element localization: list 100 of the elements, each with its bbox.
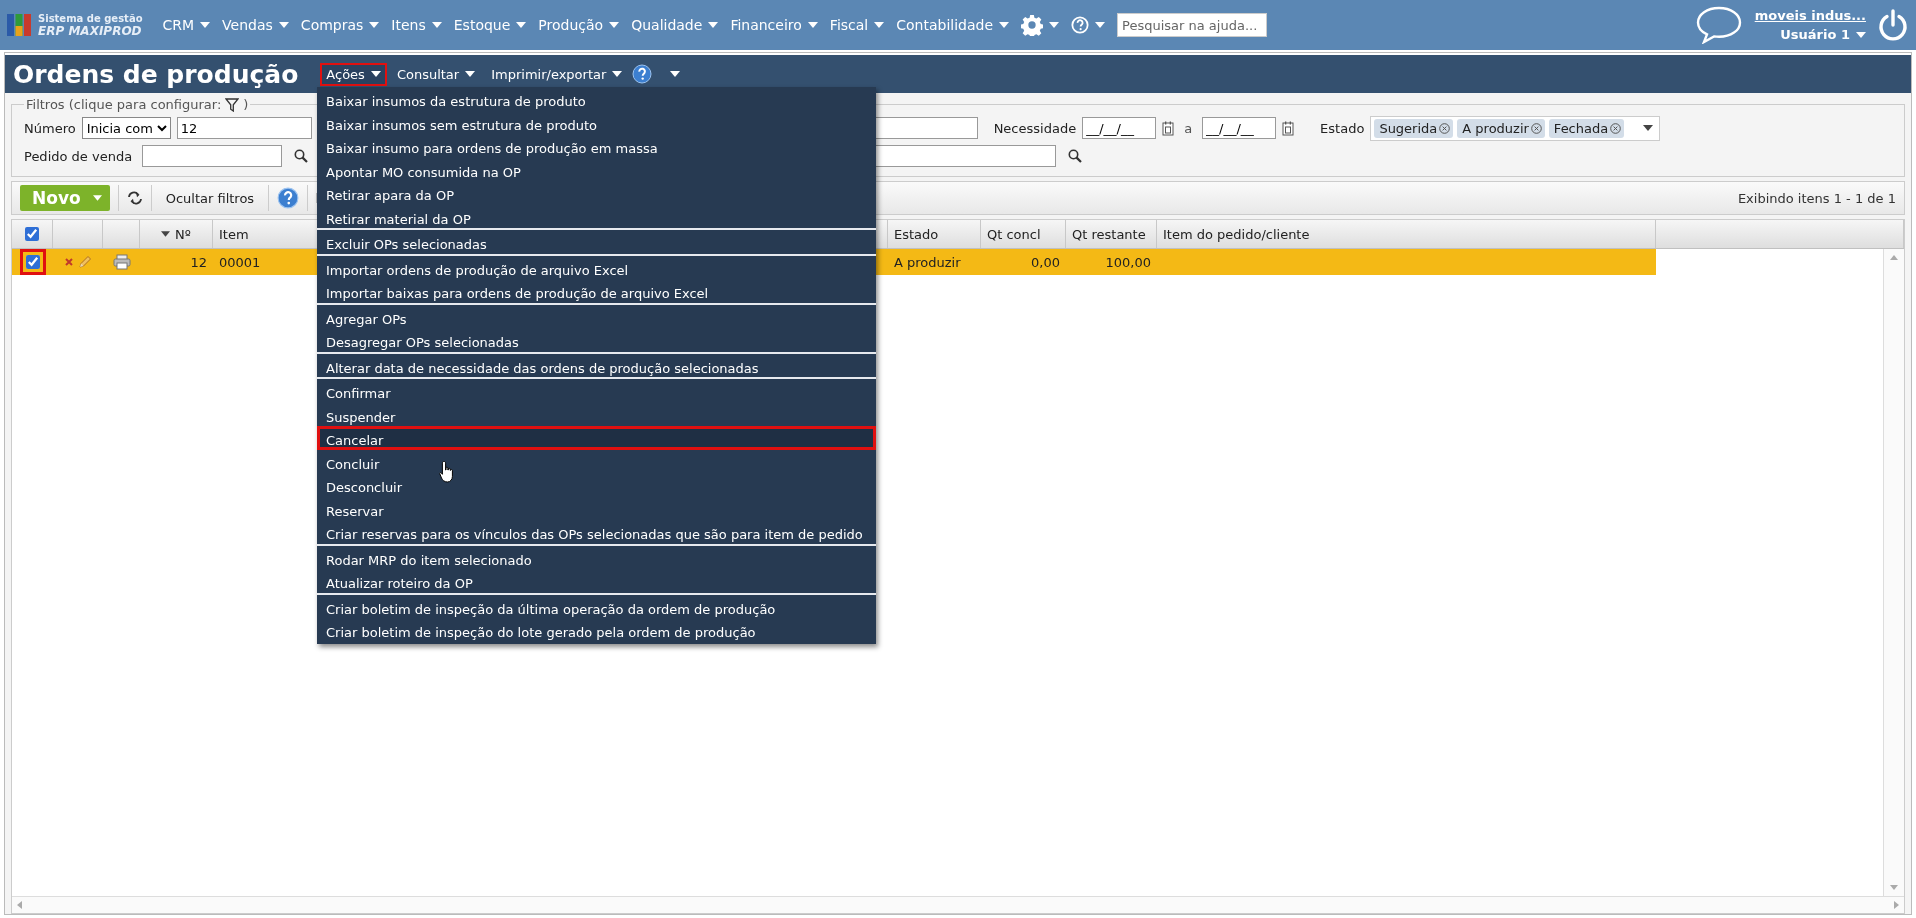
column-header[interactable]: Nº (161, 226, 191, 242)
caret-icon[interactable] (670, 71, 681, 77)
help-icon[interactable] (632, 64, 653, 84)
menu-item[interactable]: Importar ordens de produção de arquivo Excel (317, 255, 876, 279)
caret-icon (1049, 22, 1060, 28)
nav-menu-item[interactable]: Qualidade (629, 17, 721, 33)
caret-icon (807, 22, 818, 28)
filter-label: Número (24, 120, 76, 136)
paging-info: Exibindo itens 1 - 1 de 1 (1737, 190, 1896, 206)
table-cell-text: 0,00 (1030, 253, 1061, 272)
menu-item[interactable]: Excluir OPs selecionadas (317, 230, 876, 254)
calendar-icon[interactable] (1162, 120, 1175, 136)
nav-menu-item[interactable]: Itens (389, 17, 444, 33)
logo-title: ERP MAXIPROD (38, 25, 143, 38)
menu-item[interactable]: Importar baixas para ordens de produção de arquivo Excel (317, 279, 876, 303)
nav-menu-item[interactable]: CRM (160, 17, 213, 33)
menu-item[interactable]: Desagregar OPs selecionadas (317, 328, 876, 352)
menu-item[interactable]: Rodar MRP do item selecionado (317, 545, 876, 569)
filter-label: Necessidade (993, 120, 1077, 136)
search-icon[interactable] (294, 149, 309, 163)
page-menu-tab[interactable]: Consultar (390, 62, 482, 86)
power-icon[interactable] (1878, 9, 1908, 41)
caret-icon (1095, 22, 1106, 28)
page-menu-tab[interactable]: Imprimir/exportar (485, 62, 629, 86)
date-field[interactable]: __/__/__ (1202, 117, 1277, 139)
nav-menu-item[interactable]: Produção (536, 17, 622, 33)
status-tag[interactable]: Sugerida (1374, 118, 1454, 138)
search-icon[interactable] (1068, 149, 1083, 163)
delete-icon[interactable] (64, 258, 73, 266)
column-header[interactable]: Qt concl (981, 220, 1066, 248)
help-menu-button[interactable] (1069, 16, 1108, 34)
column-header[interactable]: Item do pedido/cliente (1157, 220, 1656, 248)
menu-item[interactable]: Apontar MO consumida na OP (317, 157, 876, 181)
table-cell-text: A produzir (893, 253, 962, 272)
filters-legend[interactable]: Filtros (clique para configurar: (26, 97, 222, 112)
dropdown-caret-icon[interactable] (1643, 125, 1654, 131)
menu-item[interactable]: Atualizar roteiro da OP (317, 569, 876, 593)
nav-menu-item[interactable]: Vendas (220, 17, 291, 33)
column-header[interactable]: Estado (888, 220, 981, 248)
menu-item[interactable]: Cancelar (317, 426, 876, 450)
caret-icon (465, 71, 476, 77)
nav-menu-item[interactable]: Compras (298, 17, 382, 33)
sales-order-field[interactable] (142, 145, 283, 167)
caret-icon (369, 22, 380, 28)
select-all-checkbox[interactable] (25, 227, 39, 241)
menu-item[interactable]: Alterar data de necessidade das ordens de produção selecionadas (317, 353, 876, 377)
calendar-icon[interactable] (1282, 120, 1295, 136)
nav-menu-item[interactable]: Contabilidade (894, 17, 1012, 33)
nav-menu-item[interactable]: Estoque (451, 17, 529, 33)
menu-item[interactable]: Confirmar (317, 379, 876, 403)
chat-icon[interactable] (1694, 6, 1743, 44)
sort-icon (161, 231, 171, 237)
caret-icon (278, 22, 289, 28)
menu-item[interactable]: Criar boletim de inspeção da última operação da ordem de produção (317, 594, 876, 618)
caret-icon (999, 22, 1010, 28)
menu-item[interactable]: Criar reservas para os vínculos das OPs selecionadas que são para item de pedido (317, 520, 876, 544)
nav-menu-item[interactable]: Fiscal (827, 17, 887, 33)
remove-icon[interactable] (1439, 122, 1451, 134)
nav-menu-item[interactable]: Financeiro (728, 17, 820, 33)
menu-item[interactable]: Concluir (317, 449, 876, 473)
status-tag[interactable]: Fechada (1548, 118, 1625, 138)
menu-item[interactable]: Baixar insumos sem estrutura de produto (317, 110, 876, 134)
hide-filters-button[interactable]: Ocultar filtros (159, 189, 261, 207)
table-cell-text: 12 (189, 253, 208, 272)
page-title: Ordens de produção (13, 59, 299, 89)
menu-item[interactable]: Baixar insumo para ordens de produção em massa (317, 134, 876, 158)
menu-item[interactable]: Baixar insumos da estrutura de produto (317, 87, 876, 111)
date-field[interactable]: __/__/__ (1082, 117, 1157, 139)
menu-item[interactable]: Criar boletim de inspeção do lote gerado pela ordem de produção (317, 618, 876, 642)
number-field[interactable]: 12 (176, 117, 312, 139)
row-checkbox[interactable] (25, 255, 40, 269)
menu-item[interactable]: Retirar material da OP (317, 204, 876, 228)
refresh-icon[interactable] (126, 191, 143, 205)
menu-item[interactable]: Retirar apara da OP (317, 181, 876, 205)
remove-icon[interactable] (1610, 122, 1622, 134)
status-multiselect[interactable]: Sugerida A produzir Fechada (1370, 115, 1661, 141)
operator-select[interactable]: Inicia com (81, 117, 171, 139)
filter-label: Pedido de venda (24, 148, 133, 164)
company-link[interactable]: moveis indus... (1754, 8, 1866, 23)
page-menu-tab[interactable]: Ações (320, 62, 387, 86)
menu-item[interactable]: Suspender (317, 402, 876, 426)
column-header[interactable]: Qt restante (1066, 220, 1157, 248)
printer-icon[interactable] (112, 254, 131, 270)
filter-icon[interactable] (225, 97, 240, 112)
status-tag[interactable]: A produzir (1457, 118, 1545, 138)
help-icon[interactable] (277, 187, 300, 209)
column-header[interactable]: Item (219, 226, 249, 242)
user-menu-button[interactable]: Usuário 1 (1780, 27, 1866, 42)
menu-item[interactable]: Desconcluir (317, 473, 876, 497)
settings-menu-button[interactable] (1019, 14, 1062, 36)
menu-item[interactable]: Agregar OPs (317, 304, 876, 328)
caret-icon (200, 22, 211, 28)
help-search-field[interactable]: Pesquisar na ajuda... (1117, 13, 1268, 37)
caret-icon (370, 71, 381, 77)
remove-icon[interactable] (1530, 122, 1542, 134)
caret-icon (92, 195, 102, 201)
filters-legend-end: ) (243, 97, 249, 112)
menu-item[interactable]: Reservar (317, 496, 876, 520)
caret-icon (609, 22, 620, 28)
caret-icon (431, 22, 442, 28)
